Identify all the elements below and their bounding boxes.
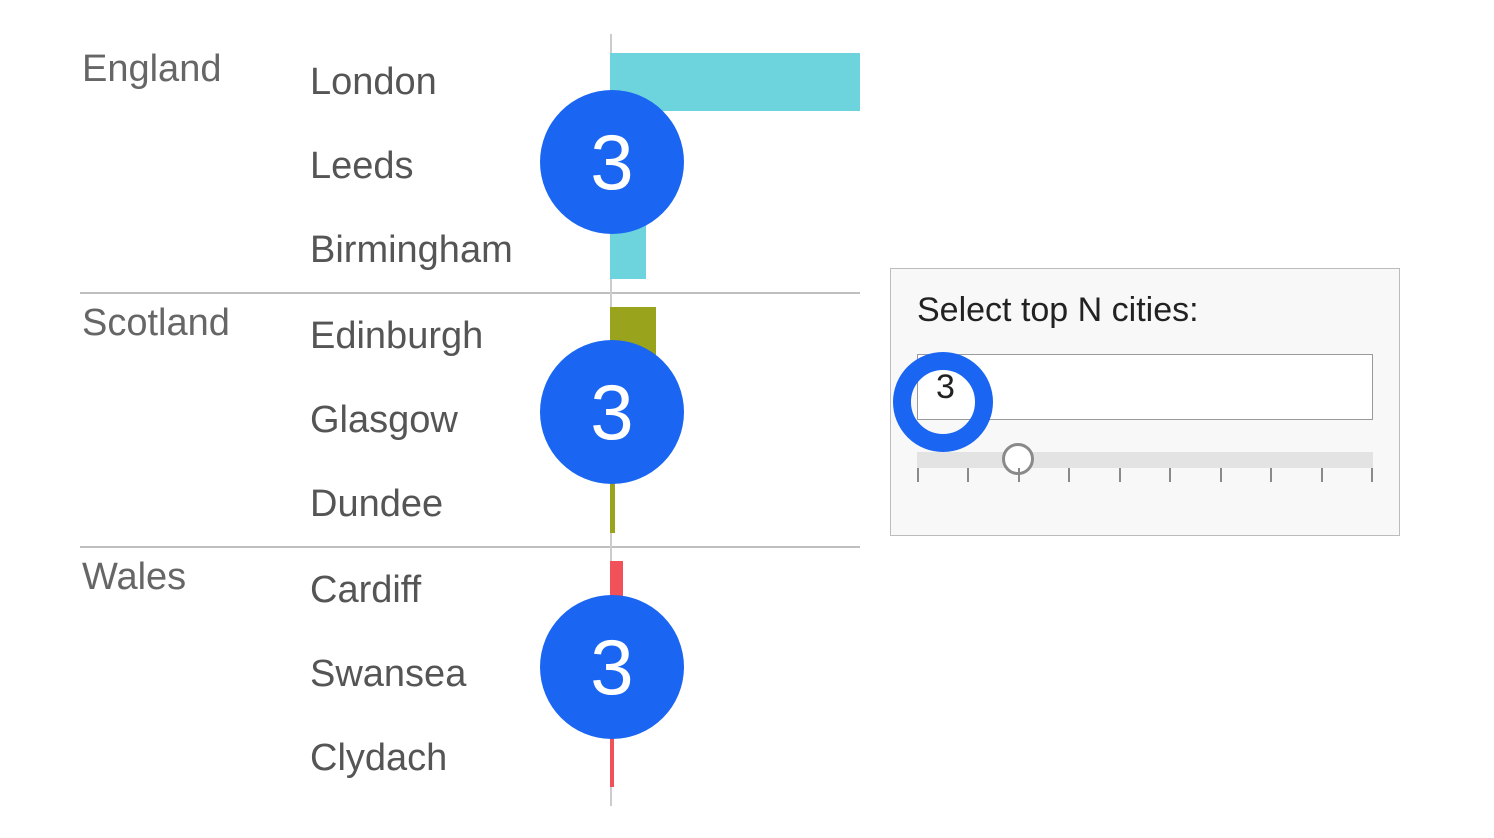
group-england: England London Leeds Birmingham <box>80 40 860 292</box>
slider-tick <box>917 468 919 482</box>
city-label: Edinburgh <box>310 315 610 358</box>
annotation-badge-wales: 3 <box>540 595 684 739</box>
slider-tick <box>1220 468 1222 482</box>
table-row: Clydach <box>80 716 860 800</box>
country-label: Scotland <box>80 294 310 345</box>
top-n-slider[interactable] <box>917 446 1373 486</box>
table-row: Wales Cardiff <box>80 548 860 632</box>
city-label: London <box>310 61 610 104</box>
group-scotland: Scotland Edinburgh Glasgow Dundee <box>80 292 860 546</box>
slider-tick <box>1068 468 1070 482</box>
annotation-badge-scotland: 3 <box>540 340 684 484</box>
city-label: Dundee <box>310 483 610 526</box>
table-row: Glasgow <box>80 378 860 462</box>
slider-tick <box>1169 468 1171 482</box>
country-label: England <box>80 40 310 91</box>
slider-ticks <box>917 468 1373 484</box>
slider-tick <box>1371 468 1373 482</box>
slider-tick <box>1018 468 1020 482</box>
table-row: Swansea <box>80 632 860 716</box>
parameter-title: Select top N cities: <box>917 291 1373 330</box>
annotation-badge-england: 3 <box>540 90 684 234</box>
slider-tick <box>1270 468 1272 482</box>
city-label: Cardiff <box>310 569 610 612</box>
slider-tick <box>1321 468 1323 482</box>
country-label: Wales <box>80 548 310 599</box>
table-row: England London <box>80 40 860 124</box>
slider-track <box>917 452 1373 468</box>
annotation-highlight-ring <box>893 352 993 452</box>
table-row: Scotland Edinburgh <box>80 294 860 378</box>
city-label: Birmingham <box>310 229 610 272</box>
table-row: Leeds <box>80 124 860 208</box>
group-wales: Wales Cardiff Swansea Clydach <box>80 546 860 800</box>
slider-tick <box>967 468 969 482</box>
city-label: Clydach <box>310 737 610 780</box>
table-row: Birmingham <box>80 208 860 292</box>
slider-tick <box>1119 468 1121 482</box>
grouped-bar-chart: England London Leeds Birmingham <box>80 40 860 800</box>
table-row: Dundee <box>80 462 860 546</box>
